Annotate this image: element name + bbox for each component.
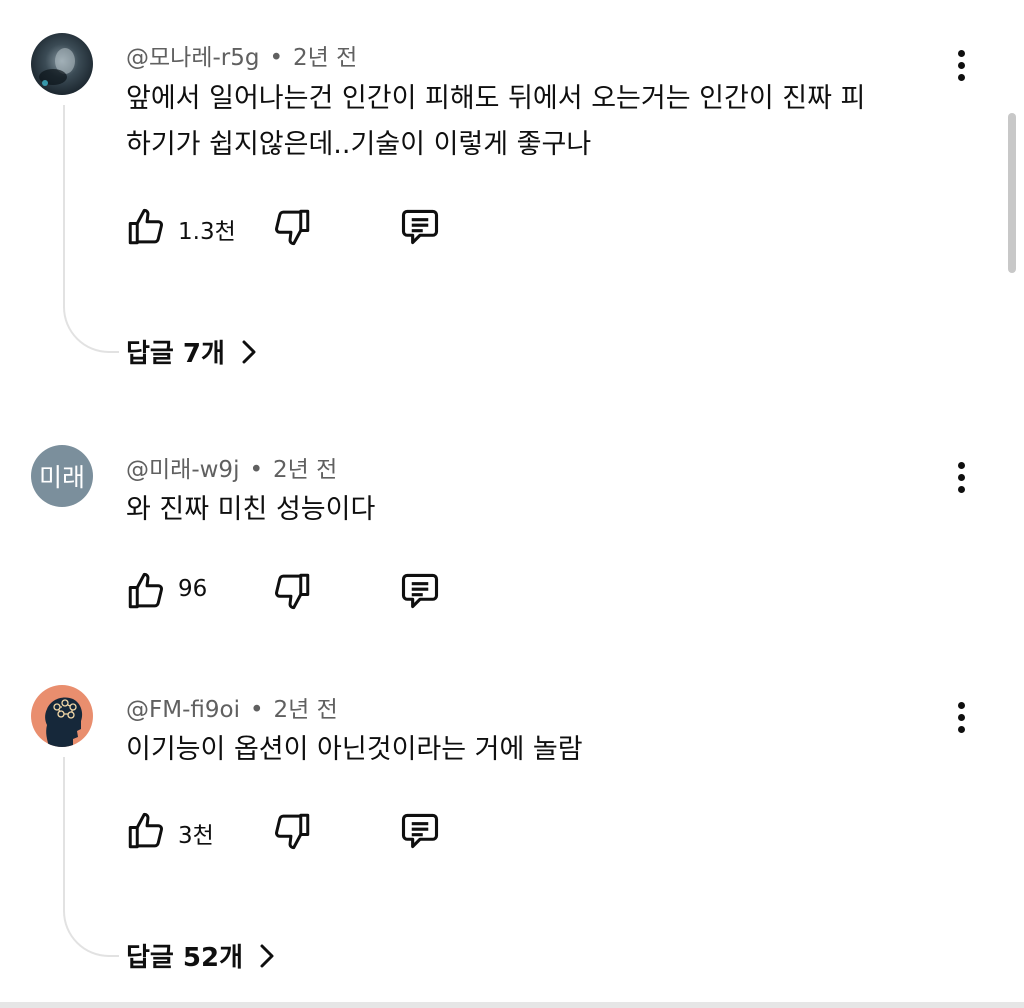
separator-dot: • [269,45,284,71]
comment-text-line: 하기가 쉽지않은데..기술이 이렇게 좋구나 [126,129,592,160]
thumbs-up-icon [128,572,163,609]
comment-time[interactable]: 2년 전 [293,45,357,71]
dislike-button[interactable] [270,204,314,250]
dislike-button[interactable] [270,568,314,614]
thread-line [63,757,119,957]
comment-icon [401,573,439,609]
more-vertical-icon[interactable] [946,45,976,85]
avatar[interactable]: 미래 [31,445,93,507]
bottom-divider [0,1002,1024,1008]
replies-button[interactable]: 답글 52개 [126,937,277,974]
comment-icon [401,209,439,245]
thumbs-up-icon [128,208,163,245]
more-vertical-icon[interactable] [946,697,976,737]
comment-time[interactable]: 2년 전 [273,457,337,483]
comment-icon [401,813,439,849]
thumbs-down-icon [275,813,310,850]
like-count: 1.3천 [178,219,236,245]
thumbs-up-icon [128,812,163,849]
comment-item: 미래 @미래-w9j • 2년 전 와 진짜 미친 성능이다 96 [0,400,1000,660]
replies-label: 답글 52개 [126,943,243,973]
like-button[interactable] [124,204,168,250]
avatar[interactable] [31,33,93,95]
scrollbar[interactable] [1008,113,1016,273]
more-vertical-icon[interactable] [946,457,976,497]
separator-dot: • [249,457,264,483]
thread-line [63,105,119,353]
comment-text-line: 와 진짜 미친 성능이다 [126,494,376,525]
comment-text-line: 앞에서 일어나는건 인간이 피해도 뒤에서 오는거는 인간이 진짜 피 [126,83,866,114]
chevron-right-icon [260,944,274,967]
like-button[interactable] [124,808,168,854]
like-count: 96 [178,576,208,602]
comment-author[interactable]: @미래-w9j [126,457,239,483]
comment-meta: @미래-w9j • 2년 전 [126,450,337,484]
thumbs-down-icon [275,573,310,610]
comment-author[interactable]: @FM-fi9oi [126,697,240,723]
avatar[interactable] [31,685,93,747]
like-count: 3천 [178,823,214,849]
brain-profile-avatar-icon [31,685,93,747]
like-button[interactable] [124,568,168,614]
comment-actions: 96 [124,568,524,614]
comment-meta: @모나레-r5g • 2년 전 [126,38,357,72]
dark-photo-avatar-icon [31,33,93,95]
comment-actions: 3천 [124,808,524,854]
replies-label: 답글 7개 [126,339,225,369]
thumbs-down-icon [275,209,310,246]
comment-text-line: 이기능이 옵션이 아닌것이라는 거에 놀람 [126,734,583,765]
comment-meta: @FM-fi9oi • 2년 전 [126,690,338,724]
replies-button[interactable]: 답글 7개 [126,333,259,370]
reply-button[interactable] [398,568,442,614]
comment-item: @FM-fi9oi • 2년 전 이기능이 옵션이 아닌것이라는 거에 놀람 3천 … [0,660,1000,1000]
dislike-button[interactable] [270,808,314,854]
reply-button[interactable] [398,204,442,250]
comment-text: 앞에서 일어나는건 인간이 피해도 뒤에서 오는거는 인간이 진짜 피 하기가 … [126,76,936,168]
comment-text: 와 진짜 미친 성능이다 [126,487,936,533]
reply-button[interactable] [398,808,442,854]
comment-text: 이기능이 옵션이 아닌것이라는 거에 놀람 [126,727,936,773]
chevron-right-icon [242,340,256,363]
comment-author[interactable]: @모나레-r5g [126,45,259,71]
comment-time[interactable]: 2년 전 [274,697,338,723]
comment-item: @모나레-r5g • 2년 전 앞에서 일어나는건 인간이 피해도 뒤에서 오는거는… [0,0,1000,400]
separator-dot: • [249,697,264,723]
comment-actions: 1.3천 [124,204,524,250]
